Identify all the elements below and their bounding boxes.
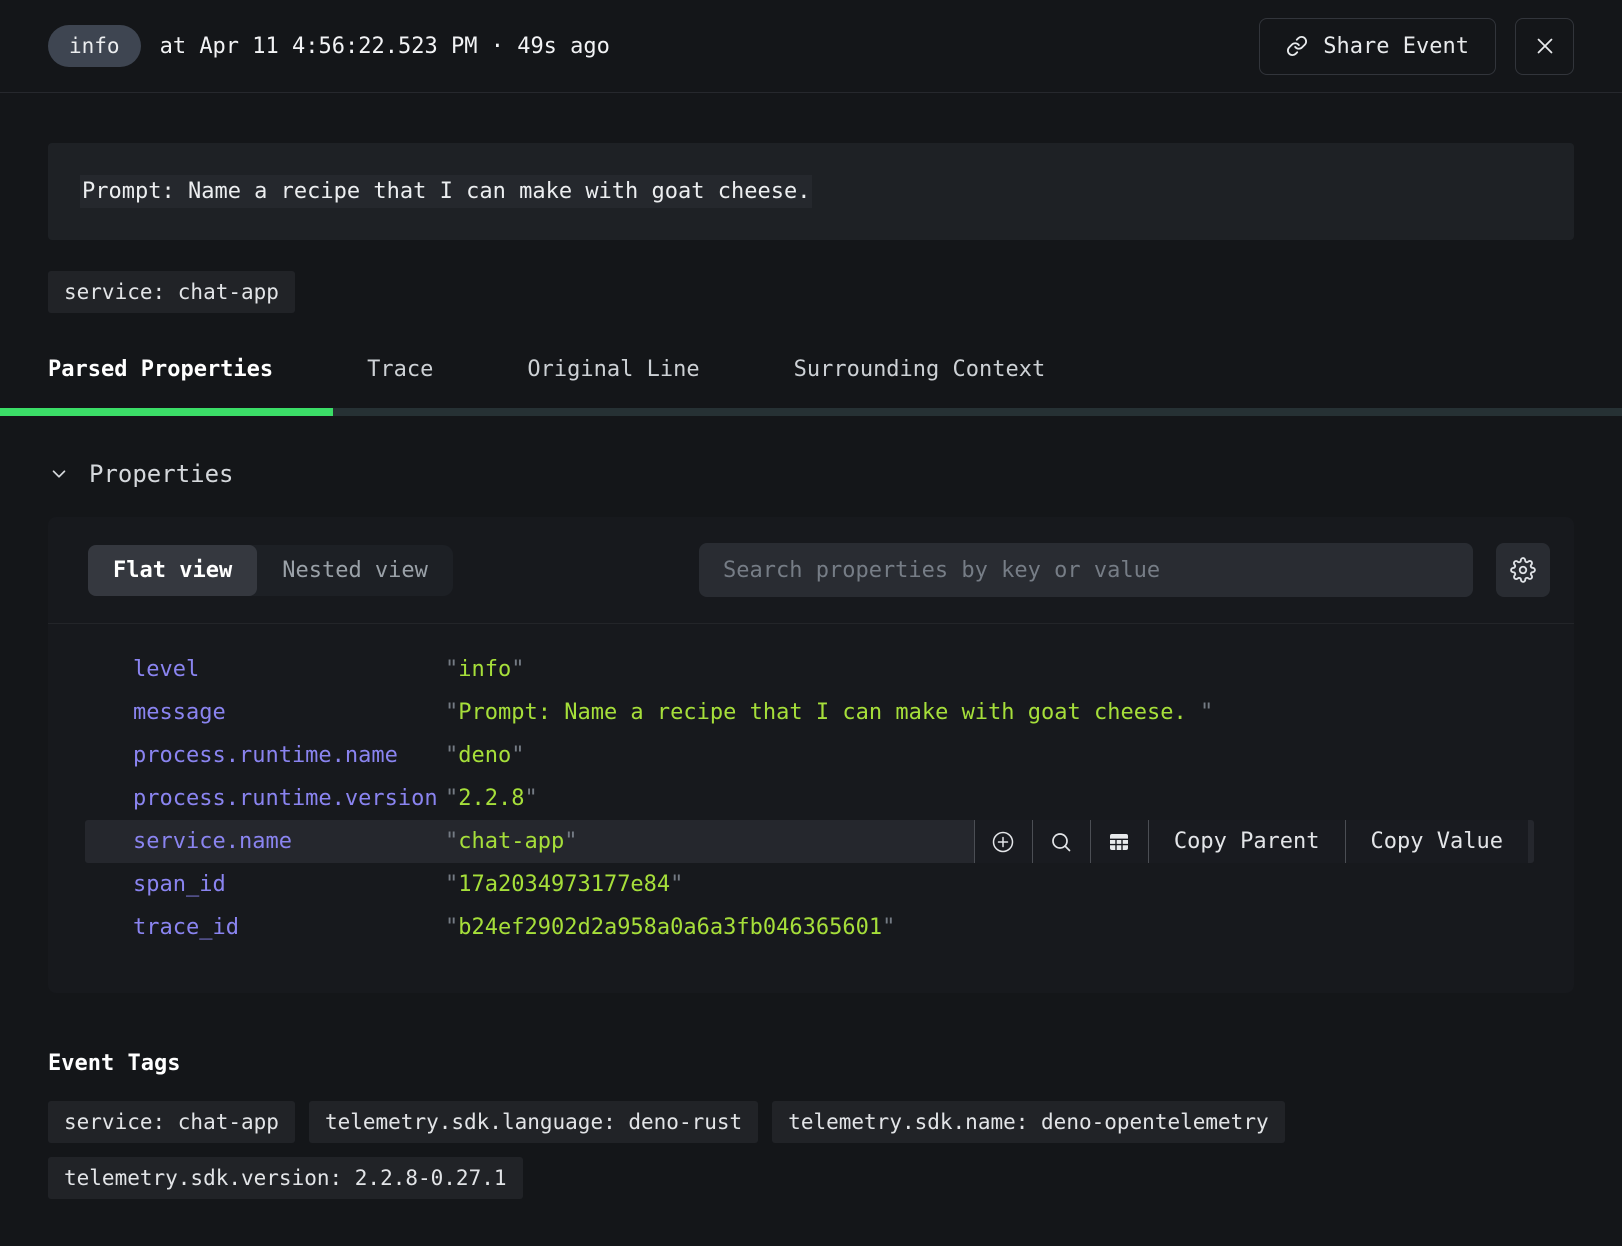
property-value: "2.2.8": [445, 786, 538, 811]
share-event-button[interactable]: Share Event: [1259, 18, 1496, 75]
close-icon: [1532, 33, 1558, 59]
service-chip[interactable]: service: chat-app: [48, 271, 295, 313]
property-value: "info": [445, 657, 524, 682]
search-input[interactable]: [699, 543, 1473, 597]
property-key: message: [133, 700, 445, 725]
table-icon: [1107, 830, 1131, 854]
active-tab-indicator: [0, 408, 333, 416]
settings-button[interactable]: [1496, 543, 1550, 597]
log-event-detail-view: info at Apr 11 4:56:22.523 PM · 49s ago …: [0, 0, 1622, 1246]
event-tags-title: Event Tags: [48, 1051, 1574, 1076]
property-key: trace_id: [133, 915, 445, 940]
tab-parsed-properties[interactable]: Parsed Properties: [48, 357, 273, 408]
event-tags-section: Event Tags service: chat-app telemetry.s…: [48, 1051, 1574, 1199]
property-value: "deno": [445, 743, 524, 768]
event-body: Prompt: Name a recipe that I can make wi…: [0, 93, 1622, 1246]
tab-original-line[interactable]: Original Line: [527, 357, 699, 408]
gear-icon: [1510, 557, 1536, 583]
tab-surrounding-context[interactable]: Surrounding Context: [794, 357, 1046, 408]
flat-view-button[interactable]: Flat view: [88, 545, 257, 596]
property-value: "17a2034973177e84": [445, 872, 683, 897]
property-value: "Prompt: Name a recipe that I can make w…: [445, 700, 1213, 725]
event-tag-chip[interactable]: telemetry.sdk.language: deno-rust: [309, 1101, 758, 1143]
nested-view-button[interactable]: Nested view: [257, 545, 453, 596]
event-tag-chip[interactable]: telemetry.sdk.name: deno-opentelemetry: [772, 1101, 1284, 1143]
copy-value-button[interactable]: Copy Value: [1345, 820, 1528, 863]
detail-tabs: Parsed Properties Trace Original Line Su…: [48, 357, 1574, 408]
table-row[interactable]: level "info": [85, 648, 1534, 691]
property-key: span_id: [133, 872, 445, 897]
plus-circle-icon: [991, 830, 1015, 854]
property-key: process.runtime.version: [133, 786, 445, 811]
event-timestamp: at Apr 11 4:56:22.523 PM · 49s ago: [160, 34, 610, 59]
chevron-down-icon: [48, 463, 70, 485]
level-badge: info: [48, 25, 141, 67]
properties-panel: Flat view Nested view: [48, 517, 1574, 993]
property-key: process.runtime.name: [133, 743, 445, 768]
property-value: "b24ef2902d2a958a0a6a3fb046365601": [445, 915, 895, 940]
search-area: [453, 543, 1550, 597]
event-tag-chip[interactable]: service: chat-app: [48, 1101, 295, 1143]
properties-section-header[interactable]: Properties: [48, 460, 1574, 488]
event-tag-chip[interactable]: telemetry.sdk.version: 2.2.8-0.27.1: [48, 1157, 523, 1199]
close-button[interactable]: [1515, 18, 1574, 75]
property-value: "chat-app": [445, 829, 577, 854]
table-row[interactable]: span_id "17a2034973177e84": [85, 863, 1534, 906]
table-row[interactable]: trace_id "b24ef2902d2a958a0a6a3fb0463656…: [85, 906, 1534, 949]
table-row[interactable]: process.runtime.version "2.2.8": [85, 777, 1534, 820]
copy-parent-button[interactable]: Copy Parent: [1148, 820, 1345, 863]
link-icon: [1286, 35, 1308, 57]
event-header: info at Apr 11 4:56:22.523 PM · 49s ago …: [0, 0, 1622, 93]
search-property-button[interactable]: [1032, 820, 1090, 863]
properties-section-title: Properties: [89, 460, 234, 488]
share-event-label: Share Event: [1323, 34, 1469, 59]
search-icon: [1049, 830, 1073, 854]
table-row[interactable]: process.runtime.name "deno": [85, 734, 1534, 777]
add-filter-button[interactable]: [974, 820, 1032, 863]
property-key: service.name: [133, 829, 445, 854]
add-column-button[interactable]: [1090, 820, 1148, 863]
tab-trace[interactable]: Trace: [367, 357, 433, 408]
event-tags-list: service: chat-app telemetry.sdk.language…: [48, 1101, 1468, 1199]
view-toggle: Flat view Nested view: [88, 545, 453, 596]
message-preview-text: Prompt: Name a recipe that I can make wi…: [80, 175, 812, 208]
tab-underline-track: [0, 408, 1622, 416]
message-preview-box: Prompt: Name a recipe that I can make wi…: [48, 143, 1574, 240]
table-row[interactable]: message "Prompt: Name a recipe that I ca…: [85, 691, 1534, 734]
property-key: level: [133, 657, 445, 682]
properties-table: level "info" message "Prompt: Name a rec…: [48, 624, 1574, 993]
properties-toolbar: Flat view Nested view: [48, 517, 1574, 624]
table-row-highlighted[interactable]: service.name "chat-app": [85, 820, 1534, 863]
row-action-bar: Copy Parent Copy Value: [974, 820, 1528, 863]
